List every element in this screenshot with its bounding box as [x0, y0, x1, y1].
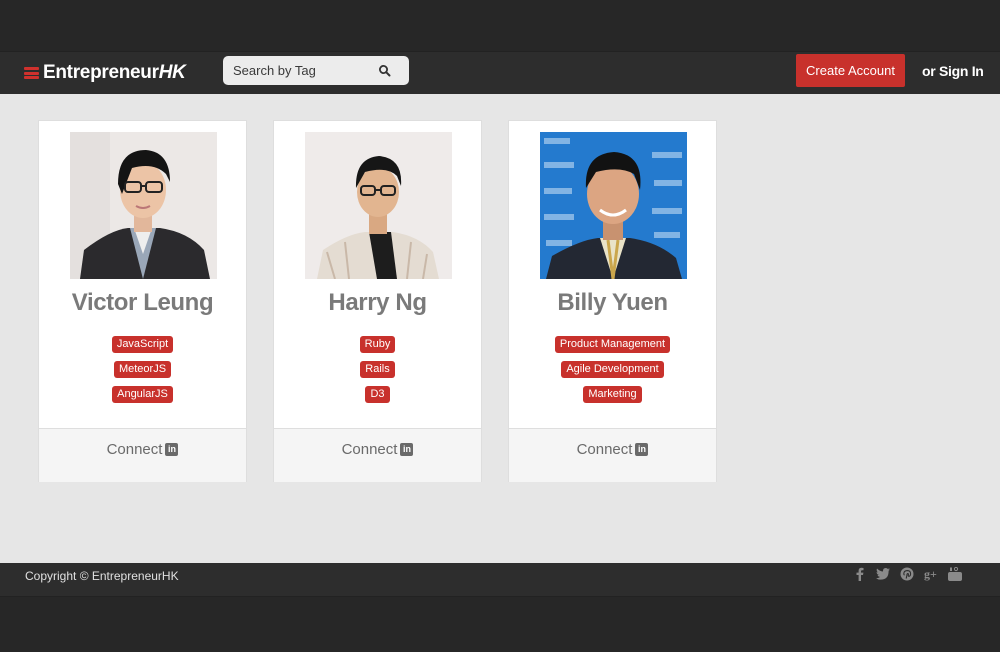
tag-list: JavaScript MeteorJS AngularJS: [39, 334, 246, 409]
brand-logo[interactable]: EntrepreneurHK: [24, 60, 186, 86]
tag[interactable]: Rails: [360, 361, 395, 378]
bottom-band: [0, 597, 1000, 652]
tag[interactable]: D3: [365, 386, 390, 403]
facebook-icon[interactable]: [852, 567, 866, 581]
profile-grid: Victor Leung JavaScript MeteorJS Angular…: [0, 94, 1000, 563]
sign-in-link[interactable]: or Sign In: [922, 63, 984, 79]
tag[interactable]: AngularJS: [112, 386, 173, 403]
tag[interactable]: MeteorJS: [113, 361, 172, 378]
tag[interactable]: Agile Development: [561, 361, 664, 378]
top-band: [0, 0, 1000, 51]
copyright-text: Copyright © EntrepreneurHK: [25, 569, 179, 583]
search-box: [223, 56, 409, 85]
tag[interactable]: Ruby: [359, 336, 396, 353]
connect-link[interactable]: Connect in: [107, 441, 179, 458]
create-account-button[interactable]: Create Account: [796, 54, 905, 87]
card-footer: Connect in: [509, 428, 716, 482]
tag[interactable]: JavaScript: [111, 336, 174, 353]
profile-name: Billy Yuen: [557, 289, 668, 316]
connect-link[interactable]: Connect in: [342, 441, 414, 458]
connect-label: Connect: [576, 441, 633, 458]
menu-icon[interactable]: [24, 67, 39, 79]
avatar: [70, 132, 217, 279]
pinterest-icon[interactable]: [900, 567, 914, 581]
profile-name: Victor Leung: [71, 289, 214, 316]
twitter-icon[interactable]: [876, 567, 890, 581]
connect-label: Connect: [106, 441, 163, 458]
profile-card[interactable]: Victor Leung JavaScript MeteorJS Angular…: [38, 120, 247, 482]
navbar: EntrepreneurHK Create Account or Sign In: [0, 51, 1000, 94]
tag[interactable]: Marketing: [583, 386, 642, 403]
tag[interactable]: Product Management: [554, 336, 671, 353]
connect-label: Connect: [341, 441, 398, 458]
card-footer: Connect in: [39, 428, 246, 482]
profile-card[interactable]: Harry Ng Ruby Rails D3 Connect in: [273, 120, 482, 482]
linkedin-icon: in: [635, 443, 649, 456]
avatar: [305, 132, 452, 279]
social-links: g+: [852, 567, 962, 581]
youtube-icon[interactable]: [948, 567, 962, 581]
search-icon[interactable]: [378, 64, 392, 78]
svg-text:g+: g+: [924, 567, 937, 581]
linkedin-icon: in: [400, 443, 414, 456]
brand-name: EntrepreneurHK: [43, 62, 186, 83]
linkedin-icon: in: [165, 443, 179, 456]
avatar: [540, 132, 687, 279]
tag-list: Ruby Rails D3: [274, 334, 481, 409]
card-footer: Connect in: [274, 428, 481, 482]
footer: Copyright © EntrepreneurHK g+: [0, 563, 1000, 597]
profile-name: Harry Ng: [328, 289, 427, 316]
google-plus-icon[interactable]: g+: [924, 567, 938, 581]
tag-list: Product Management Agile Development Mar…: [509, 334, 716, 409]
connect-link[interactable]: Connect in: [577, 441, 649, 458]
search-input[interactable]: [223, 56, 378, 85]
profile-card[interactable]: Billy Yuen Product Management Agile Deve…: [508, 120, 717, 482]
